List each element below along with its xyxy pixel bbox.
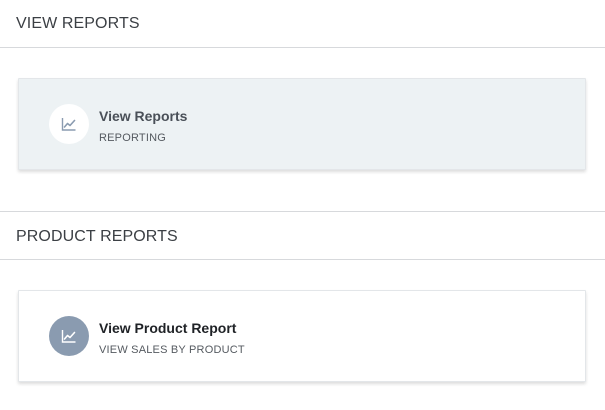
view-reports-card-subtitle: REPORTING (99, 132, 166, 144)
view-reports-section-header: VIEW REPORTS (0, 0, 605, 48)
line-chart-icon (49, 316, 89, 356)
view-reports-card[interactable]: View Reports REPORTING (18, 78, 586, 170)
view-product-report-card[interactable]: View Product Report VIEW SALES BY PRODUC… (18, 290, 586, 382)
reports-page: VIEW REPORTS View Reports REPORTING PROD… (0, 0, 605, 410)
view-product-report-card-title: View Product Report (99, 320, 237, 336)
product-reports-section-title: PRODUCT REPORTS (16, 228, 178, 245)
view-reports-section-title: VIEW REPORTS (16, 15, 140, 32)
view-reports-card-title: View Reports (99, 108, 188, 124)
line-chart-icon (49, 104, 89, 144)
view-product-report-card-subtitle: VIEW SALES BY PRODUCT (99, 344, 245, 356)
product-reports-section-header: PRODUCT REPORTS (0, 211, 605, 260)
